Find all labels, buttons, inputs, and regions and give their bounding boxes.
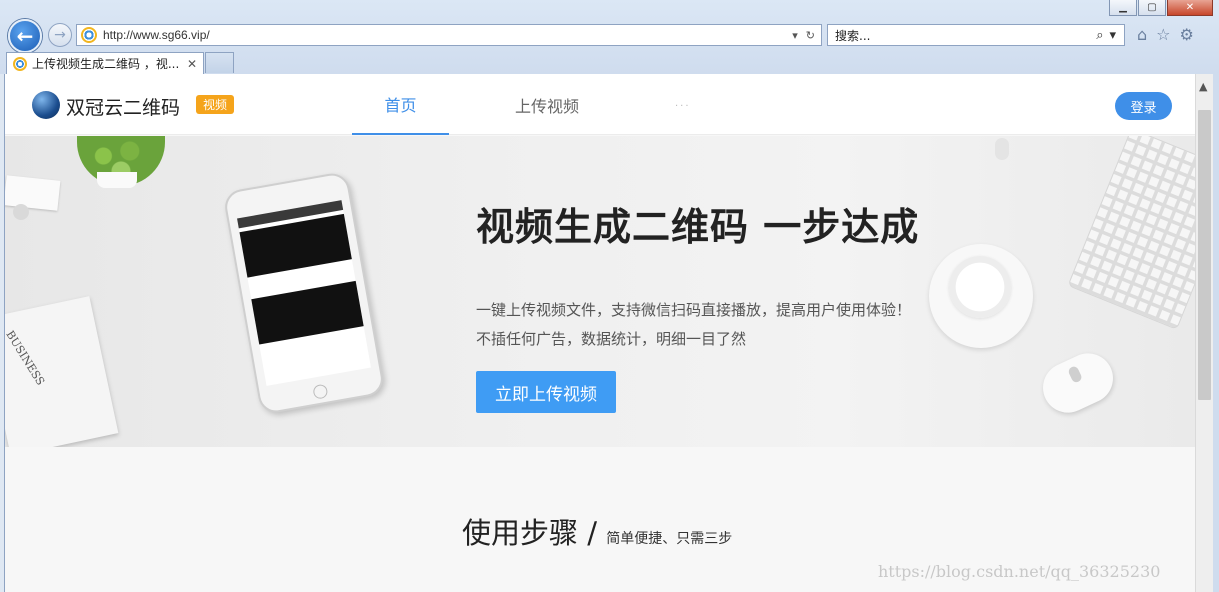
hero-description-2: 不插任何广告，数据统计，明细一目了然	[476, 330, 747, 348]
back-arrow-icon[interactable]: ←	[8, 19, 42, 53]
maximize-icon[interactable]: ▢	[1138, 0, 1166, 16]
browser-chrome: ▁ ▢ ✕ ← → http://www.sg66.vip/ ▾ ↻ 搜索...…	[0, 0, 1219, 74]
scroll-thumb[interactable]	[1198, 110, 1211, 400]
close-icon[interactable]: ✕	[1167, 0, 1213, 16]
home-icon[interactable]: ⌂	[1137, 25, 1147, 44]
steps-title: 使用步骤	[462, 516, 579, 550]
favorites-star-icon[interactable]: ☆	[1156, 25, 1170, 44]
browser-tab[interactable]: 上传视频生成二维码 ，视... ✕	[6, 52, 204, 74]
video-badge: 视频	[196, 95, 235, 114]
site-brand[interactable]: 双冠云二维码	[66, 93, 180, 120]
phone-screen	[237, 200, 371, 386]
phone-home-button	[312, 383, 329, 400]
nav-upload-video[interactable]: 上传视频	[498, 74, 596, 135]
scroll-up-icon[interactable]: ▲	[1199, 80, 1207, 93]
page-viewport: 双冠云二维码 视频 首页 上传视频 ... 登录 BUSINESS 视频生成二维	[4, 74, 1195, 592]
paper-decoration	[5, 175, 61, 211]
steps-separator: /	[578, 516, 607, 550]
tab-title: 上传视频生成二维码 ，视...	[32, 57, 180, 71]
keyboard-decoration	[1067, 136, 1195, 330]
mouse-decoration	[1034, 345, 1122, 421]
search-input[interactable]: 搜索...	[828, 27, 1096, 44]
hero-title: 视频生成二维码 一步达成	[476, 205, 920, 249]
upload-video-button[interactable]: 立即上传视频	[476, 371, 616, 413]
csdn-watermark: https://blog.csdn.net/qq_36325230	[878, 562, 1161, 581]
hero-banner: BUSINESS 视频生成二维码 一步达成 一键上传视频文件，支持微信扫码直接播…	[5, 136, 1195, 447]
nav-more[interactable]: ...	[675, 98, 691, 109]
pot-decoration	[97, 172, 137, 188]
login-button[interactable]: 登录	[1115, 92, 1172, 120]
site-header: 双冠云二维码 视频 首页 上传视频 ... 登录	[5, 74, 1195, 135]
refresh-icon[interactable]: ↻	[806, 29, 815, 42]
tab-close-icon[interactable]: ✕	[187, 57, 203, 71]
new-tab-button[interactable]	[205, 52, 234, 73]
newspaper-decoration: BUSINESS	[5, 296, 119, 447]
pin-decoration	[13, 204, 29, 220]
newspaper-word-image: BUSINESS	[5, 328, 48, 388]
cup-decoration	[949, 256, 1011, 318]
forward-arrow-icon[interactable]: →	[48, 23, 72, 47]
ie-logo-icon	[81, 27, 97, 43]
minimize-icon[interactable]: ▁	[1109, 0, 1137, 16]
nav-home[interactable]: 首页	[352, 74, 449, 135]
search-icon[interactable]: ⌕	[1096, 28, 1103, 43]
steps-section: 使用步骤 / 简单便捷、只需三步 https://blog.csdn.net/q…	[5, 447, 1195, 592]
steps-subtitle: 简单便捷、只需三步	[606, 531, 733, 547]
gear-icon[interactable]: ⚙	[1180, 25, 1194, 44]
dropdown-icon[interactable]: ▾	[792, 29, 798, 42]
search-dropdown-icon[interactable]: ▾	[1109, 28, 1116, 43]
tab-ie-logo-icon	[13, 56, 27, 71]
phone-illustration	[222, 170, 386, 416]
page-scrollbar[interactable]: ▲	[1195, 74, 1213, 592]
hero-description-1: 一键上传视频文件，支持微信扫码直接播放，提高用户使用体验！	[476, 301, 912, 319]
pin-decoration-right	[995, 138, 1009, 160]
address-url[interactable]: http://www.sg66.vip/	[103, 28, 792, 42]
globe-logo-icon[interactable]	[32, 91, 60, 119]
address-bar[interactable]: http://www.sg66.vip/ ▾ ↻	[76, 24, 822, 46]
window-controls: ▁ ▢ ✕	[1109, 0, 1213, 16]
search-box[interactable]: 搜索... ⌕ ▾	[827, 24, 1125, 46]
steps-heading: 使用步骤 / 简单便捷、只需三步	[462, 510, 732, 552]
